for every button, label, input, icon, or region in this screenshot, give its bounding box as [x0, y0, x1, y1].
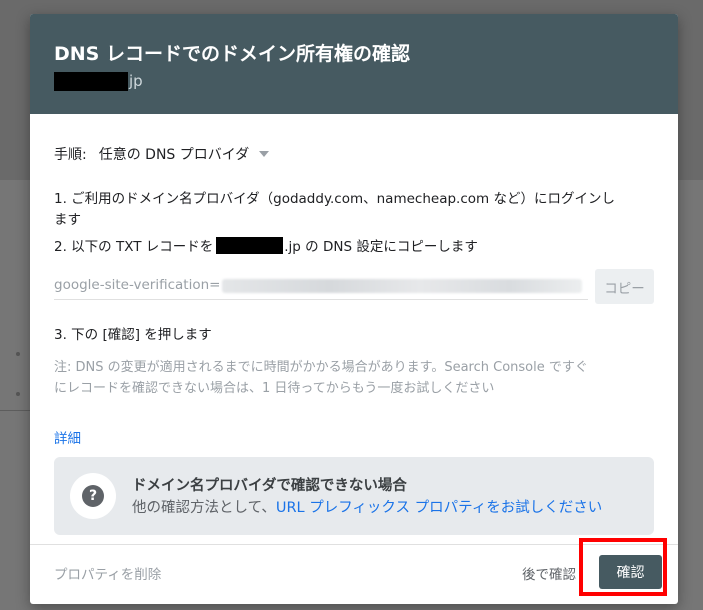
details-link[interactable]: 詳細 — [54, 427, 81, 447]
dns-verification-dialog: DNS レコードでのドメイン所有権の確認 jp 手順: 任意の DNS プロバイ… — [30, 14, 678, 604]
backdrop-divider — [0, 410, 30, 411]
step-2: 2. 以下の TXT レコードを .jp の DNS 設定にコピーします — [54, 235, 478, 255]
redacted-domain — [216, 236, 284, 254]
redacted-domain — [54, 71, 128, 91]
footer-divider — [30, 544, 678, 545]
copy-button[interactable]: コピー — [595, 269, 654, 304]
step-2-suffix: .jp の DNS 設定にコピーします — [284, 239, 478, 255]
note-line-1: 注: DNS の変更が適用されるまでに時間がかかる場合があります。Search … — [54, 360, 588, 375]
provider-dropdown[interactable]: 任意の DNS プロバイダ — [98, 144, 270, 164]
note-line-2: にレコードを確認できない場合は、1 日待ってからもう一度お試しください — [54, 381, 495, 396]
verify-later-button[interactable]: 後で確認 — [522, 563, 576, 583]
step-1-line-2: ます — [54, 212, 81, 228]
alternative-subtext: 他の確認方法として、URL プレフィックス プロパティをお試しください — [132, 496, 602, 517]
propagation-note: 注: DNS の変更が適用されるまでに時間がかかる場合があります。Search … — [54, 357, 654, 399]
url-prefix-property-link[interactable]: URL プレフィックス プロパティをお試しください — [276, 500, 602, 516]
help-icon: ? — [82, 485, 104, 507]
dialog-header: DNS レコードでのドメイン所有権の確認 jp — [30, 14, 678, 114]
instructions-selector: 手順: 任意の DNS プロバイダ — [54, 144, 270, 164]
txt-record-value: google-site-verification= — [54, 277, 221, 293]
dialog-domain: jp — [54, 71, 143, 91]
txt-record-row: google-site-verification= コピー — [54, 267, 654, 305]
steps-label: 手順: — [54, 147, 87, 163]
remove-property-button[interactable]: プロパティを削除 — [54, 563, 161, 583]
backdrop-bullet — [16, 352, 20, 356]
alternative-subtext-prefix: 他の確認方法として、 — [132, 500, 276, 516]
dropdown-arrow-icon — [259, 151, 270, 157]
dialog-title: DNS レコードでのドメイン所有権の確認 — [54, 43, 410, 65]
blurred-verification-token — [222, 279, 582, 293]
step-2-prefix: 2. 以下の TXT レコードを — [54, 239, 214, 255]
step-1-line-1: 1. ご利用のドメイン名プロバイダ（godaddy.com、namecheap.… — [54, 191, 615, 207]
domain-suffix: jp — [129, 72, 143, 90]
provider-dropdown-value: 任意の DNS プロバイダ — [98, 147, 250, 163]
backdrop-bullet — [16, 392, 20, 396]
step-3: 3. 下の [確認] を押します — [54, 327, 212, 343]
help-icon-circle: ? — [70, 473, 116, 519]
verify-button[interactable]: 確認 — [599, 555, 662, 589]
alternative-title: ドメイン名プロバイダで確認できない場合 — [132, 478, 407, 494]
alternative-method-box: ? ドメイン名プロバイダで確認できない場合 他の確認方法として、URL プレフィ… — [54, 457, 654, 535]
